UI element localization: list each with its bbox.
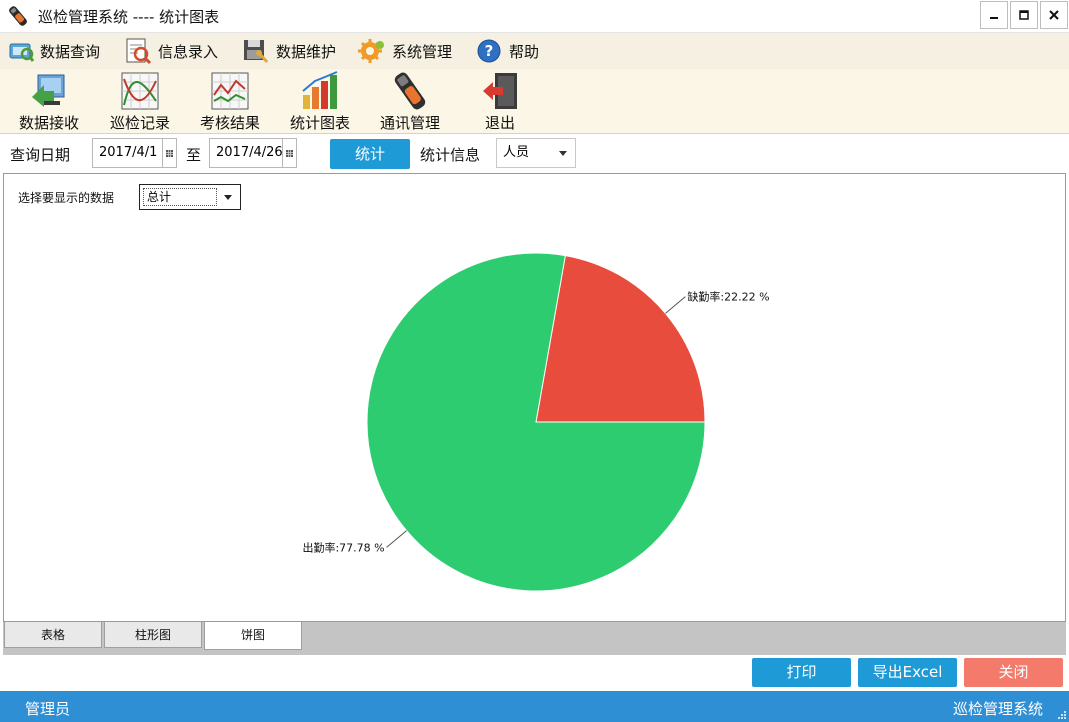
stat-info-dropdown[interactable]: 人员 bbox=[496, 138, 576, 168]
data-receive-icon bbox=[32, 74, 65, 107]
menu-help[interactable]: ? 帮助 bbox=[476, 36, 539, 66]
communication-icon bbox=[394, 72, 426, 110]
gear-icon bbox=[358, 39, 384, 63]
menu-info-entry[interactable]: 信息录入 bbox=[123, 36, 218, 66]
assessment-result-icon bbox=[211, 72, 249, 110]
pie-leader-line bbox=[386, 530, 407, 548]
title-bar: 巡检管理系统 ---- 统计图表 bbox=[0, 0, 1069, 33]
menu-bar: 数据查询 信息录入 数据维护 系统管理 ? 帮助 bbox=[0, 33, 1069, 69]
menu-label: 数据查询 bbox=[40, 42, 101, 61]
print-button[interactable]: 打印 bbox=[752, 658, 851, 687]
menu-label: 系统管理 bbox=[392, 42, 453, 61]
tool-label: 数据接收 bbox=[18, 114, 79, 132]
tool-label: 统计图表 bbox=[289, 114, 350, 132]
toolbar: 数据接收 巡检记录 考核结果 统计图表 通讯管理 退出 bbox=[0, 69, 1069, 134]
tool-label: 退出 bbox=[484, 114, 515, 132]
end-date-picker[interactable]: 2017/4/26 bbox=[209, 138, 297, 168]
statistics-chart-icon bbox=[302, 71, 338, 109]
pie-slice-label: 出勤率:77.78 % bbox=[302, 540, 384, 554]
menu-system-management[interactable]: 系统管理 bbox=[357, 36, 452, 66]
query-date-label: 查询日期 bbox=[10, 146, 71, 164]
menu-label: 帮助 bbox=[509, 42, 540, 61]
status-bar: 管理员 巡检管理系统 bbox=[0, 691, 1069, 722]
menu-label: 数据维护 bbox=[276, 42, 337, 61]
date-to-label: 至 bbox=[186, 146, 202, 164]
tool-label: 巡检记录 bbox=[109, 114, 170, 132]
pie-chart: 缺勤率:22.22 % 出勤率:77.78 % bbox=[302, 252, 770, 592]
tab-table[interactable]: 表格 bbox=[4, 622, 102, 648]
end-date-value: 2017/4/26 bbox=[216, 145, 283, 160]
tool-exit[interactable]: 退出 bbox=[460, 71, 540, 133]
pie-slice-label: 缺勤率:22.22 % bbox=[687, 290, 769, 304]
statistics-button[interactable]: 统计 bbox=[330, 139, 410, 169]
pie-leader-line bbox=[665, 296, 686, 314]
export-excel-button[interactable]: 导出Excel bbox=[858, 658, 957, 687]
minimize-icon bbox=[990, 17, 998, 19]
chevron-down-icon bbox=[559, 151, 567, 156]
help-icon: ? bbox=[477, 39, 501, 63]
stat-info-label: 统计信息 bbox=[420, 146, 481, 164]
tool-data-receive[interactable]: 数据接收 bbox=[9, 71, 89, 133]
close-window-button[interactable] bbox=[1040, 1, 1068, 29]
tab-pie-chart[interactable]: 饼图 bbox=[204, 622, 302, 650]
inspection-record-icon bbox=[121, 72, 159, 110]
menu-data-maintenance[interactable]: 数据维护 bbox=[241, 36, 336, 66]
start-date-picker[interactable]: 2017/4/1 bbox=[92, 138, 177, 168]
tool-label: 通讯管理 bbox=[379, 114, 440, 132]
info-entry-icon bbox=[126, 38, 152, 65]
tab-bar-chart[interactable]: 柱形图 bbox=[104, 622, 202, 648]
window-title: 巡检管理系统 ---- 统计图表 bbox=[38, 8, 220, 26]
app-logo-icon bbox=[9, 6, 27, 26]
tool-communication[interactable]: 通讯管理 bbox=[370, 71, 450, 133]
tool-assessment-result[interactable]: 考核结果 bbox=[190, 71, 270, 133]
svg-text:?: ? bbox=[485, 42, 494, 60]
menu-data-query[interactable]: 数据查询 bbox=[7, 36, 100, 66]
current-user: 管理员 bbox=[25, 700, 71, 718]
chart-panel: 选择要显示的数据 总计 缺勤率:22.22 % 出勤率:77.78 % bbox=[3, 173, 1066, 622]
exit-icon bbox=[483, 73, 517, 109]
calendar-icon[interactable] bbox=[282, 139, 296, 167]
tool-inspection-record[interactable]: 巡检记录 bbox=[100, 71, 180, 133]
start-date-value: 2017/4/1 bbox=[99, 145, 158, 160]
maximize-icon bbox=[1019, 10, 1029, 20]
data-maintenance-icon bbox=[244, 40, 269, 63]
data-query-icon bbox=[9, 43, 35, 62]
resize-grip-icon[interactable] bbox=[1057, 710, 1067, 720]
minimize-button[interactable] bbox=[980, 1, 1008, 29]
query-bar: 查询日期 2017/4/1 至 2017/4/26 统计 统计信息 人员 bbox=[0, 134, 1069, 172]
tool-statistics-chart[interactable]: 统计图表 bbox=[280, 71, 360, 133]
stat-info-value: 人员 bbox=[503, 145, 530, 160]
tool-label: 考核结果 bbox=[199, 114, 260, 132]
menu-label: 信息录入 bbox=[158, 42, 219, 61]
close-icon bbox=[1049, 10, 1059, 20]
close-button[interactable]: 关闭 bbox=[964, 658, 1063, 687]
calendar-icon[interactable] bbox=[162, 139, 176, 167]
status-app-name: 巡检管理系统 bbox=[952, 700, 1043, 718]
view-tab-bar: 表格 柱形图 饼图 bbox=[3, 622, 1066, 655]
maximize-button[interactable] bbox=[1010, 1, 1038, 29]
